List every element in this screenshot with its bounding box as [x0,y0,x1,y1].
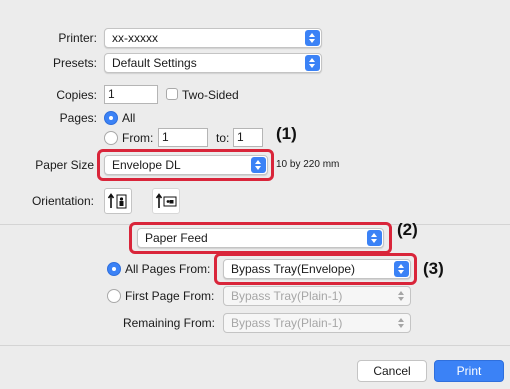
printer-label: Printer: [58,31,97,45]
landscape-orientation-button[interactable] [152,188,180,214]
printer-value: xx-xxxxx [112,31,158,45]
popup-arrows-icon [394,288,409,304]
pages-all-radio[interactable] [104,111,118,125]
copies-label: Copies: [56,88,97,102]
popup-arrows-icon [367,230,382,246]
paper-dimensions: 10 by 220 mm [276,159,340,170]
all-pages-from-value: Bypass Tray(Envelope) [231,262,356,276]
presets-label: Presets: [52,56,97,70]
first-page-from-label: First Page From: [125,289,215,303]
popup-arrows-icon [394,315,409,331]
printer-select[interactable]: xx-xxxxx [104,28,322,48]
pages-to-field[interactable]: 1 [233,128,263,147]
panel-value: Paper Feed [145,231,208,245]
pages-all-label: All [122,111,136,125]
first-page-from-value: Bypass Tray(Plain-1) [231,289,343,303]
pages-from-field[interactable]: 1 [158,128,208,147]
remaining-from-value: Bypass Tray(Plain-1) [231,316,343,330]
panel-select[interactable]: Paper Feed [137,228,384,248]
print-button[interactable]: Print [434,360,504,382]
remaining-from-select[interactable]: Bypass Tray(Plain-1) [223,313,411,333]
paper-size-value: Envelope DL [112,158,181,172]
all-pages-from-radio[interactable] [107,262,121,276]
pages-to-label: to: [216,131,230,145]
separator [0,224,510,225]
portrait-orientation-button[interactable] [104,188,132,214]
copies-field[interactable]: 1 [104,85,158,104]
all-pages-from-label: All Pages From: [125,262,211,276]
popup-arrows-icon [305,55,320,71]
two-sided-checkbox[interactable] [166,88,178,100]
orientation-label: Orientation: [31,194,94,208]
all-pages-from-select[interactable]: Bypass Tray(Envelope) [223,259,411,279]
callout-3: (3) [423,259,444,278]
presets-value: Default Settings [112,56,197,70]
presets-select[interactable]: Default Settings [104,53,322,73]
landscape-icon [155,193,177,208]
paper-size-select[interactable]: Envelope DL [104,155,268,175]
remaining-from-label: Remaining From: [122,316,215,330]
pages-from-radio[interactable] [104,131,118,145]
pages-label: Pages: [59,111,97,125]
first-page-from-select[interactable]: Bypass Tray(Plain-1) [223,286,411,306]
pages-from-label: From: [122,131,154,145]
popup-arrows-icon [305,30,320,46]
two-sided-label: Two-Sided [182,88,239,102]
callout-2: (2) [397,220,418,239]
cancel-button[interactable]: Cancel [357,360,427,382]
separator [0,345,510,346]
first-page-from-radio[interactable] [107,289,121,303]
popup-arrows-icon [251,157,266,173]
popup-arrows-icon [394,261,409,277]
callout-1: (1) [276,124,297,143]
paper-size-label: Paper Size [35,158,94,172]
portrait-icon [107,193,127,209]
